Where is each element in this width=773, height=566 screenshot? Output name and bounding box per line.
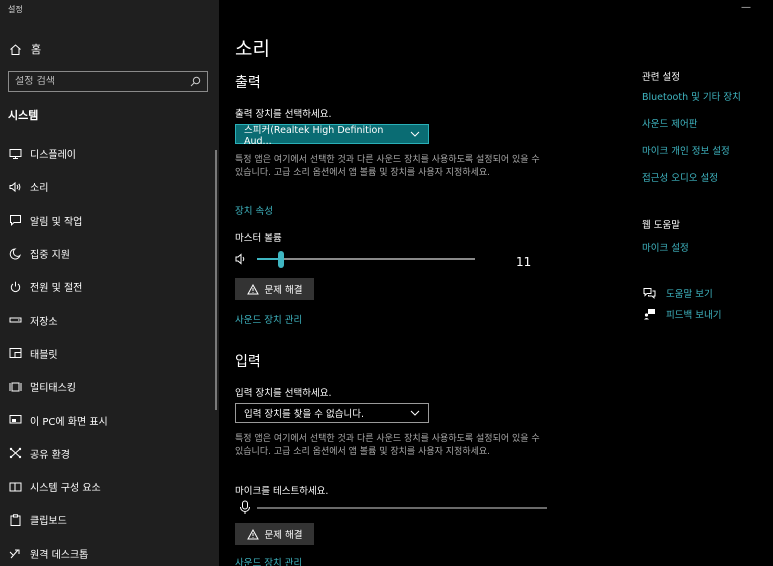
mic-level-meter: [235, 500, 547, 516]
input-heading: 입력: [235, 354, 261, 370]
sidebar-item-label: 소리: [30, 183, 49, 195]
volume-icon[interactable]: [235, 252, 249, 266]
input-troubleshoot-button[interactable]: 문제 해결: [235, 523, 314, 545]
chat-help-icon: [642, 286, 656, 300]
sidebar-item-label: 태블릿: [30, 349, 58, 361]
output-troubleshoot-button[interactable]: 문제 해결: [235, 278, 314, 300]
search-box[interactable]: [8, 71, 208, 92]
sidebar-item-label: 시스템 구성 요소: [30, 483, 101, 495]
test-mic-label: 마이크를 테스트하세요.: [235, 486, 329, 497]
sidebar-item-label: 클립보드: [30, 516, 67, 528]
input-device-value: 입력 장치를 찾을 수 없습니다.: [244, 409, 364, 420]
notification-icon: [8, 213, 22, 227]
sidebar-nav: 디스플레이 소리 알림 및 작업 집중 지원 전원 및 절전 저장소 태블릿 멀…: [0, 137, 219, 566]
sidebar-item-display[interactable]: 디스플레이: [0, 137, 219, 170]
sound-control-panel-link[interactable]: 사운드 제어판: [642, 116, 697, 130]
multitasking-icon: [8, 380, 22, 394]
main-content: — 소리 출력 출력 장치를 선택하세요. 스피커(Realtek High D…: [219, 0, 773, 566]
feedback-link[interactable]: 피드백 보내기: [642, 307, 721, 321]
warning-icon: [246, 528, 259, 540]
components-icon: [8, 480, 22, 494]
related-settings-heading: 관련 설정: [642, 72, 680, 83]
troubleshoot-label: 문제 해결: [264, 530, 303, 541]
home-icon: [8, 42, 22, 56]
master-volume-label: 마스터 볼륨: [235, 233, 282, 244]
home-label: 홈: [31, 43, 42, 56]
feedback-icon: [642, 307, 656, 321]
feedback-label: 피드백 보내기: [666, 310, 722, 321]
sidebar-item-tablet[interactable]: 태블릿: [0, 337, 219, 370]
get-help-link[interactable]: 도움말 보기: [642, 286, 713, 300]
sidebar-item-remote-desktop[interactable]: 원격 데스크톱: [0, 537, 219, 566]
moon-icon: [8, 247, 22, 261]
input-select-label: 입력 장치를 선택하세요.: [235, 388, 332, 399]
microphone-icon: [240, 500, 250, 514]
tablet-icon: [8, 346, 22, 360]
warning-icon: [246, 283, 259, 295]
volume-track[interactable]: [257, 251, 475, 268]
sidebar: 설정 홈 시스템 디스플레이 소리 알림 및 작업 집중 지원: [0, 0, 219, 566]
web-help-heading: 웹 도움말: [642, 220, 680, 231]
app-title: 설정: [8, 5, 23, 14]
power-icon: [8, 280, 22, 294]
sidebar-item-focus-assist[interactable]: 집중 지원: [0, 237, 219, 270]
manage-sound-devices-link[interactable]: 사운드 장치 관리: [235, 312, 302, 326]
sidebar-item-label: 전원 및 절전: [30, 283, 83, 295]
output-device-value: 스피커(Realtek High Definition Aud...: [244, 124, 384, 147]
output-select-label: 출력 장치를 선택하세요.: [235, 109, 332, 120]
sidebar-item-label: 저장소: [30, 316, 58, 328]
sidebar-item-system-components[interactable]: 시스템 구성 요소: [0, 470, 219, 503]
minimize-button[interactable]: —: [741, 2, 751, 13]
sidebar-item-label: 알림 및 작업: [30, 216, 83, 228]
sidebar-item-label: 원격 데스크톱: [30, 549, 89, 561]
sidebar-item-notifications[interactable]: 알림 및 작업: [0, 204, 219, 237]
output-description: 특정 앱은 여기에서 선택한 것과 다른 사운드 장치를 사용하도록 설정되어 …: [235, 155, 540, 178]
device-properties-link[interactable]: 장치 속성: [235, 203, 273, 217]
sidebar-scrollbar[interactable]: [215, 150, 217, 410]
remote-desktop-icon: [8, 546, 22, 560]
mic-privacy-link[interactable]: 마이크 개인 정보 설정: [642, 143, 730, 157]
input-device-dropdown[interactable]: 입력 장치를 찾을 수 없습니다.: [235, 403, 429, 423]
sidebar-item-clipboard[interactable]: 클립보드: [0, 503, 219, 536]
shared-experiences-icon: [8, 446, 22, 460]
sidebar-item-label: 디스플레이: [30, 150, 76, 162]
master-volume-slider[interactable]: [235, 250, 535, 270]
input-description: 특정 앱은 여기에서 선택한 것과 다른 사운드 장치를 사용하도록 설정되어 …: [235, 434, 540, 457]
sidebar-item-label: 공유 환경: [30, 449, 70, 461]
search-icon[interactable]: [189, 76, 201, 88]
sidebar-item-sound[interactable]: 소리: [0, 170, 219, 203]
page-title: 소리: [235, 38, 270, 60]
section-label-system: 시스템: [8, 109, 39, 122]
manage-sound-devices-link-input[interactable]: 사운드 장치 관리: [235, 555, 302, 566]
sidebar-item-storage[interactable]: 저장소: [0, 303, 219, 336]
display-icon: [8, 147, 22, 161]
project-icon: [8, 413, 22, 427]
get-help-label: 도움말 보기: [666, 289, 713, 300]
search-input[interactable]: [15, 76, 189, 87]
mic-level-track: [257, 507, 547, 509]
volume-thumb[interactable]: [277, 251, 284, 268]
troubleshoot-label: 문제 해결: [264, 285, 303, 296]
speaker-icon: [8, 180, 22, 194]
home-nav[interactable]: 홈: [8, 40, 41, 58]
storage-icon: [8, 313, 22, 327]
mic-setup-link[interactable]: 마이크 설정: [642, 240, 689, 254]
sidebar-item-shared-experiences[interactable]: 공유 환경: [0, 437, 219, 470]
sidebar-item-label: 멀티태스킹: [30, 383, 76, 395]
volume-value: 11: [516, 255, 532, 269]
bluetooth-devices-link[interactable]: Bluetooth 및 기타 장치: [642, 89, 741, 103]
chevron-down-icon: [410, 129, 420, 139]
sidebar-item-label: 집중 지원: [30, 250, 70, 262]
sidebar-item-multitasking[interactable]: 멀티태스킹: [0, 370, 219, 403]
chevron-down-icon: [410, 408, 420, 418]
sidebar-item-projecting[interactable]: 이 PC에 화면 표시: [0, 403, 219, 436]
ease-of-access-audio-link[interactable]: 접근성 오디오 설정: [642, 170, 718, 184]
sidebar-item-label: 이 PC에 화면 표시: [30, 416, 108, 428]
output-heading: 출력: [235, 75, 261, 91]
sidebar-item-power[interactable]: 전원 및 절전: [0, 270, 219, 303]
output-device-dropdown[interactable]: 스피커(Realtek High Definition Aud...: [235, 124, 429, 147]
clipboard-icon: [8, 513, 22, 527]
